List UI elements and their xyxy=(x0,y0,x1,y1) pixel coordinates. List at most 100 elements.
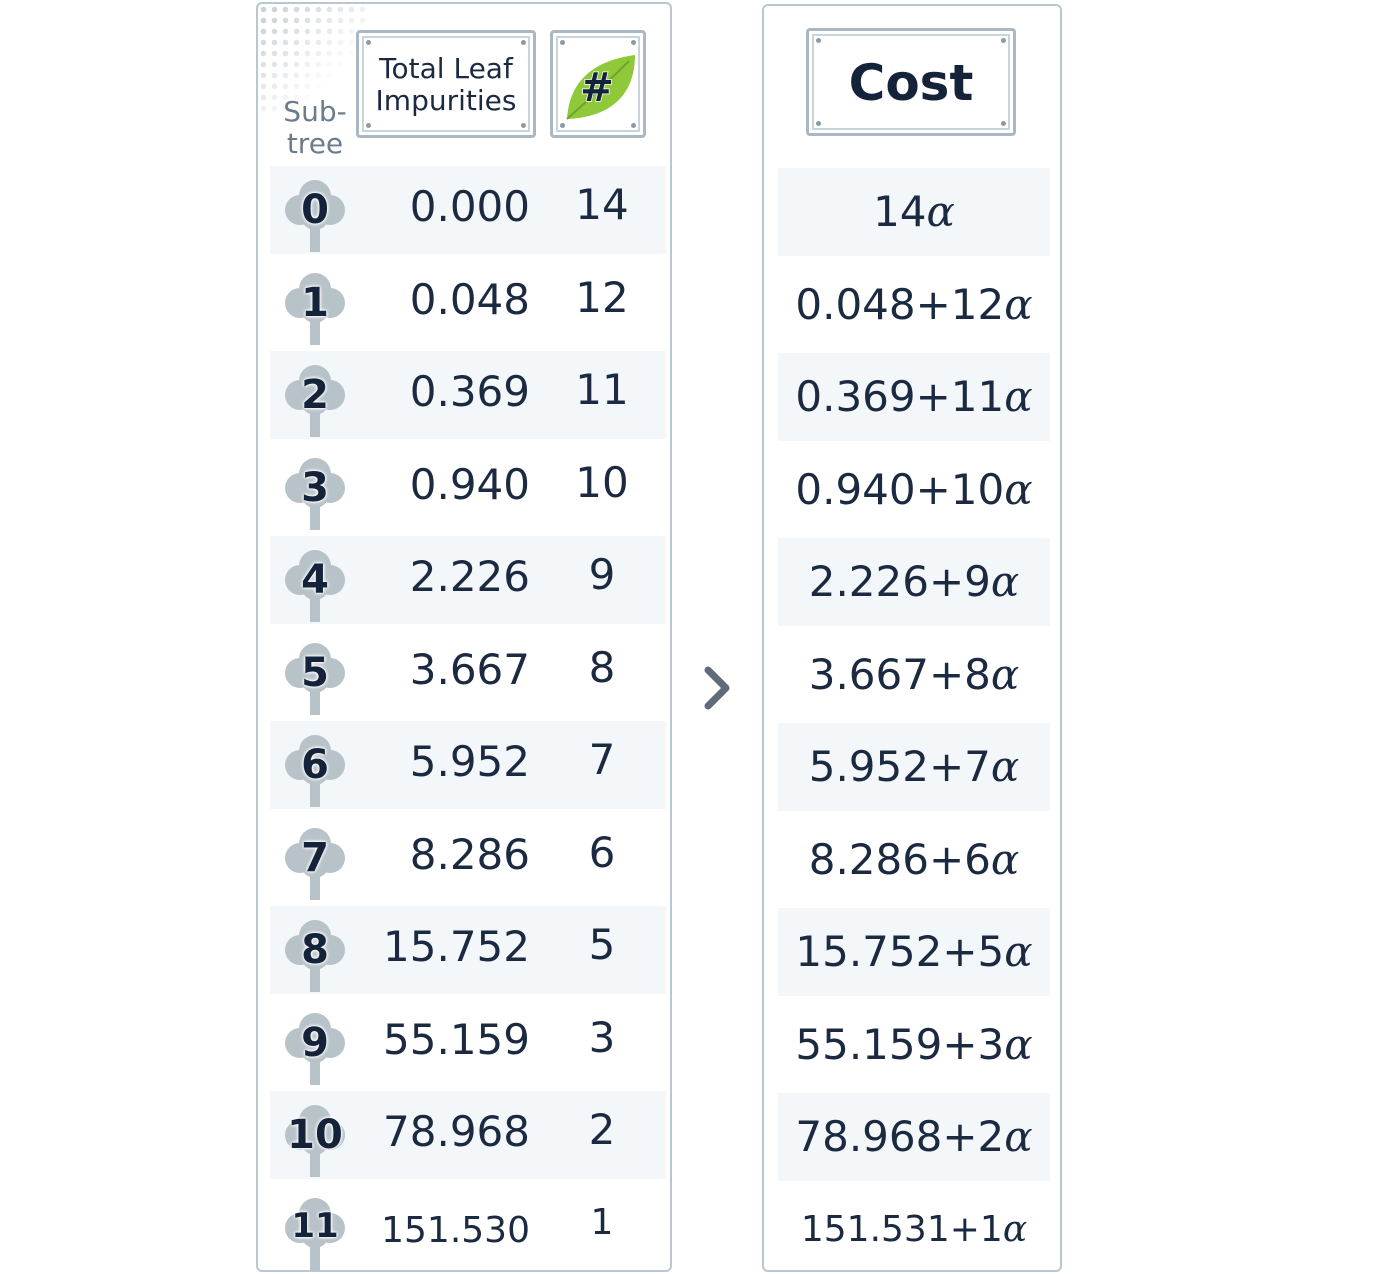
subtree-badge: 5 xyxy=(284,639,346,717)
impurity-value: 15.752 xyxy=(383,922,530,971)
table-row: 2 0.369 11 xyxy=(270,351,666,439)
subtree-badge: 10 xyxy=(284,1101,346,1179)
alpha-symbol: α xyxy=(1004,372,1033,421)
cost-panel: Cost 14α 0.048+12α 0.369+11α 0.940+10α 2.226… xyxy=(762,4,1062,1272)
cost-expression: 8.286+6 xyxy=(808,835,991,884)
count-header-text: # xyxy=(580,65,614,111)
alpha-symbol: α xyxy=(1002,1209,1028,1250)
cost-value: 0.369+11α xyxy=(795,372,1032,421)
cost-row: 3.667+8α xyxy=(778,631,1050,719)
impurity-value: 78.968 xyxy=(383,1107,530,1156)
subtree-badge: 6 xyxy=(284,731,346,809)
cost-row: 8.286+6α xyxy=(778,816,1050,904)
cost-value: 78.968+2α xyxy=(795,1112,1032,1161)
leaf-count-value: 2 xyxy=(588,1105,616,1154)
subtree-number: 0 xyxy=(301,187,329,233)
subtree-number: 9 xyxy=(301,1020,329,1066)
cost-value: 5.952+7α xyxy=(809,742,1020,791)
cost-expression: 151.531+1 xyxy=(800,1209,1003,1250)
subtree-number: 3 xyxy=(301,465,329,511)
cost-expression: 0.048+12 xyxy=(795,280,1005,329)
leaf-count-value: 14 xyxy=(575,180,629,229)
cost-expression: 14 xyxy=(873,187,927,236)
impurity-value: 0.369 xyxy=(409,367,530,416)
alpha-symbol: α xyxy=(990,835,1020,884)
cost-value: 0.048+12α xyxy=(795,280,1032,329)
impurity-value: 8.286 xyxy=(409,830,530,879)
subtree-header-text: Sub- tree xyxy=(283,95,347,160)
leaf-count-value: 6 xyxy=(588,828,616,877)
cost-row: 2.226+9α xyxy=(778,538,1050,626)
table-row: 4 2.226 9 xyxy=(270,536,666,624)
subtree-number: 2 xyxy=(301,372,329,418)
cost-expression: 78.968+2 xyxy=(795,1112,1005,1161)
subtree-number: 10 xyxy=(287,1112,343,1158)
alpha-symbol: α xyxy=(1004,927,1033,976)
subtree-table-panel: Sub- tree Total Leaf Impurities # 0 0.000… xyxy=(256,2,672,1272)
leaf-count-value: 11 xyxy=(575,365,629,414)
cost-row: 0.369+11α xyxy=(778,353,1050,441)
impurity-header-text: Total Leaf Impurities xyxy=(375,52,517,117)
cost-row: 0.940+10α xyxy=(778,446,1050,534)
table-row: 9 55.159 3 xyxy=(270,999,666,1087)
leaf-count-value: 7 xyxy=(588,735,616,784)
impurity-value: 0.940 xyxy=(409,460,530,509)
alpha-symbol: α xyxy=(990,557,1020,606)
cost-value: 14α xyxy=(873,187,955,236)
table-row: 6 5.952 7 xyxy=(270,721,666,809)
subtree-badge: 0 xyxy=(284,176,346,254)
cost-row: 78.968+2α xyxy=(778,1093,1050,1181)
subtree-number: 1 xyxy=(301,280,329,326)
cost-expression: 0.940+10 xyxy=(795,465,1005,514)
impurity-value: 151.530 xyxy=(381,1210,530,1251)
cost-header: Cost xyxy=(806,28,1016,136)
cost-row: 0.048+12α xyxy=(778,261,1050,349)
table-row: 8 15.752 5 xyxy=(270,906,666,994)
subtree-number: 5 xyxy=(301,650,329,696)
subtree-badge: 2 xyxy=(284,361,346,439)
cost-expression: 15.752+5 xyxy=(795,927,1005,976)
leaf-count-value: 12 xyxy=(575,273,629,322)
table-row: 5 3.667 8 xyxy=(270,629,666,717)
leaf-count-header: # xyxy=(550,30,646,138)
cost-value: 151.531+1α xyxy=(801,1209,1027,1250)
alpha-symbol: α xyxy=(1004,280,1033,329)
subtree-column-header: Sub- tree xyxy=(278,96,352,160)
leaf-icon: # xyxy=(566,55,635,120)
leaf-count-value: 1 xyxy=(590,1202,614,1243)
cost-expression: 2.226+9 xyxy=(808,557,991,606)
subtree-number: 4 xyxy=(301,557,329,603)
table-row: 11 151.530 1 xyxy=(270,1184,666,1272)
leaf-count-value: 10 xyxy=(575,458,629,507)
cost-value: 3.667+8α xyxy=(809,650,1020,699)
table-row: 0 0.000 14 xyxy=(270,166,666,254)
subtree-number: 11 xyxy=(291,1206,339,1246)
leaf-count-value: 9 xyxy=(588,550,616,599)
chevron-right-icon xyxy=(704,666,730,710)
subtree-number: 6 xyxy=(301,742,329,788)
table-row: 1 0.048 12 xyxy=(270,259,666,347)
cost-expression: 3.667+8 xyxy=(808,650,991,699)
cost-expression: 55.159+3 xyxy=(795,1020,1005,1069)
leaf-count-value: 3 xyxy=(588,1013,616,1062)
cost-row: 14α xyxy=(778,168,1050,256)
total-leaf-impurities-header: Total Leaf Impurities xyxy=(356,30,536,138)
impurity-value: 55.159 xyxy=(383,1015,530,1064)
subtree-badge: 3 xyxy=(284,454,346,532)
cost-value: 15.752+5α xyxy=(795,927,1032,976)
alpha-symbol: α xyxy=(1004,465,1033,514)
subtree-badge: 4 xyxy=(284,546,346,624)
cost-value: 0.940+10α xyxy=(795,465,1032,514)
cost-expression: 0.369+11 xyxy=(795,372,1005,421)
cost-row: 15.752+5α xyxy=(778,908,1050,996)
leaf-count-value: 8 xyxy=(588,643,616,692)
table-row: 10 78.968 2 xyxy=(270,1091,666,1179)
subtree-badge: 9 xyxy=(284,1009,346,1087)
alpha-symbol: α xyxy=(926,187,955,236)
impurity-value: 0.000 xyxy=(409,182,530,231)
subtree-badge: 11 xyxy=(284,1194,346,1272)
subtree-number: 7 xyxy=(301,835,329,881)
subtree-badge: 1 xyxy=(284,269,346,347)
table-row: 7 8.286 6 xyxy=(270,814,666,902)
cost-value: 8.286+6α xyxy=(809,835,1020,884)
